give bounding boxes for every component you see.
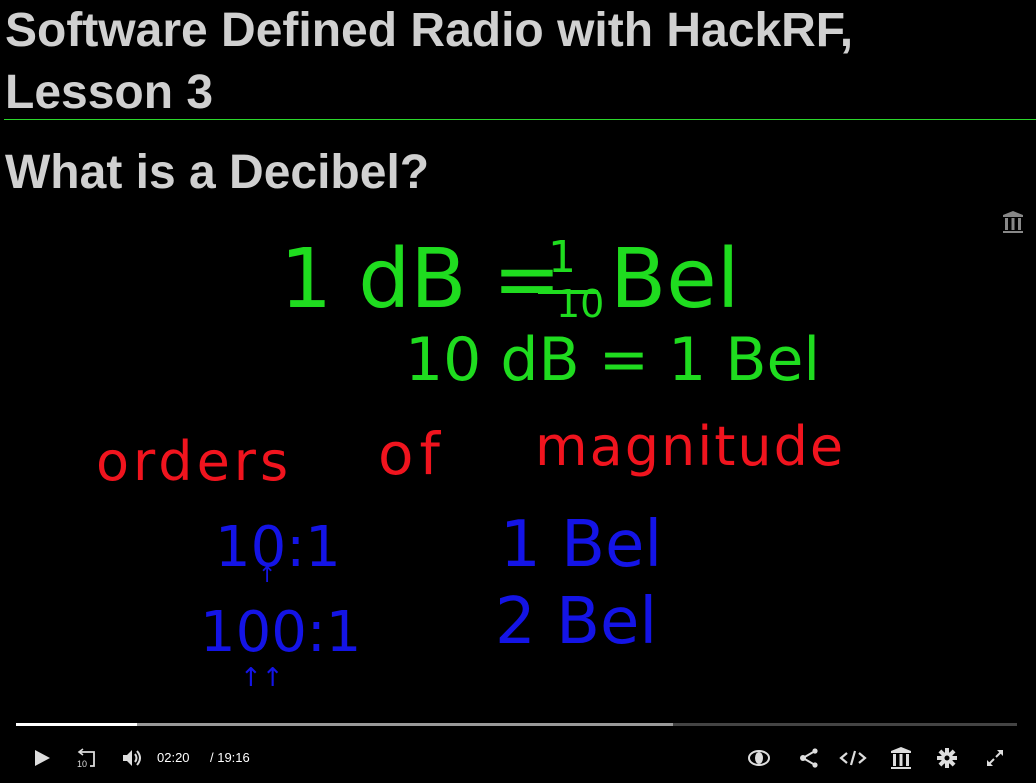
duration: / 19:16 <box>210 750 250 765</box>
whiteboard-line1-lhs: 1 dB = <box>280 232 562 327</box>
title-line-1: Software Defined Radio with HackRF, <box>5 4 854 57</box>
gear-icon <box>937 748 957 768</box>
played-bar <box>16 723 138 726</box>
play-button[interactable] <box>30 744 54 772</box>
archive-button[interactable] <box>888 744 914 772</box>
play-icon <box>35 750 50 766</box>
volume-button[interactable] <box>120 744 146 772</box>
archive-icon[interactable] <box>1002 210 1024 239</box>
whiteboard-arrow-2: ↑↑ <box>240 663 284 693</box>
whiteboard-arrow-1: ↑ <box>258 563 277 588</box>
whiteboard-line2: 10 dB = 1 Bel <box>405 325 821 395</box>
rewind-icon: 10 <box>77 748 95 769</box>
lesson-title: Software Defined Radio with HackRF, Lesso… <box>5 0 853 124</box>
fullscreen-button[interactable] <box>982 744 1008 772</box>
svg-text:10: 10 <box>77 759 87 769</box>
contrast-button[interactable] <box>746 744 772 772</box>
whiteboard-line1-rhs: Bel <box>610 232 740 327</box>
contrast-icon <box>748 750 770 766</box>
whiteboard-bel-2: 2 Bel <box>495 585 658 659</box>
whiteboard-frac-num: 1 <box>548 232 576 283</box>
whiteboard-bel-1: 1 Bel <box>500 508 663 582</box>
current-time: 02:20 <box>157 750 190 765</box>
whiteboard-of: of <box>378 420 446 488</box>
share-icon <box>800 748 818 768</box>
volume-icon <box>123 750 141 766</box>
embed-button[interactable] <box>838 744 868 772</box>
whiteboard-frac-den: 10 <box>556 282 605 326</box>
whiteboard-magnitude: magnitude <box>535 415 846 478</box>
title-line-2: Lesson 3 <box>5 66 214 119</box>
whiteboard-ratio-2: 100:1 <box>200 600 362 665</box>
whiteboard-ratio-1: 10:1 <box>215 515 341 580</box>
fullscreen-icon <box>987 750 1003 766</box>
progress-bar[interactable] <box>16 723 1017 726</box>
share-button[interactable] <box>796 744 822 772</box>
divider <box>4 119 1036 120</box>
archive-icon <box>891 747 911 769</box>
settings-button[interactable] <box>934 744 960 772</box>
page-subtitle: What is a Decibel? <box>5 146 430 199</box>
rewind-10-button[interactable]: 10 <box>74 744 100 772</box>
embed-icon <box>839 750 867 766</box>
whiteboard-orders: orders <box>96 430 293 493</box>
